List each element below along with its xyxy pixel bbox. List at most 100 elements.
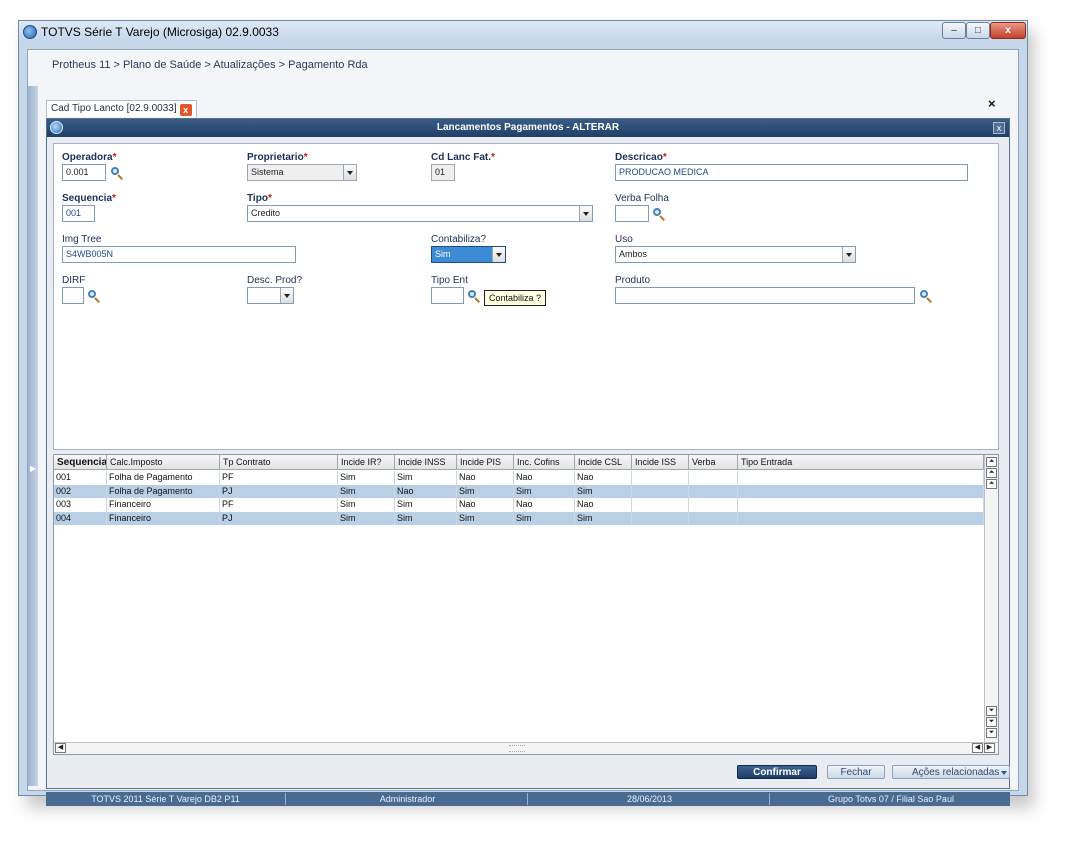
confirmar-button[interactable]: Confirmar [737,765,817,779]
table-cell: Nao [514,498,575,512]
scroll-right-button[interactable]: ▶ [984,743,995,753]
form-panel: Operadora* 0.001 Proprietario* Sistema C… [53,143,999,450]
dialog-close-button[interactable]: x [993,122,1005,134]
window-title: TOTVS Série T Varejo (Microsiga) 02.9.00… [41,25,279,39]
scroll-down-button[interactable]: ⏷ [986,706,997,716]
table-cell: Sim [457,511,514,525]
chevron-down-icon[interactable] [492,247,505,262]
scroll-left-button[interactable]: ◀ [55,743,66,753]
column-header[interactable]: Tipo Entrada [738,455,984,470]
descricao-field[interactable]: PRODUCAO MEDICA [615,164,968,181]
column-header[interactable]: Calc.Imposto [107,455,220,470]
sequencia-label: Sequencia* [62,193,116,204]
table-cell [689,471,738,485]
status-user: Administrador [288,793,528,805]
table-cell: 003 [54,498,107,512]
column-header[interactable]: Tp Contrato [220,455,338,470]
desc-prod-select[interactable] [247,287,294,304]
chevron-down-icon[interactable] [842,247,855,262]
scroll-page-up-button[interactable]: ⏶ [986,468,997,478]
proprietario-select[interactable]: Sistema [247,164,357,181]
table-cell: Folha de Pagamento [107,484,220,498]
scroll-right-button[interactable]: ◀ [972,743,983,753]
minimize-button[interactable]: – [942,22,966,39]
tooltip-contabiliza: Contabiliza ? [484,290,547,306]
chevron-down-icon[interactable] [280,288,293,303]
fechar-button[interactable]: Fechar [827,765,885,779]
window-titlebar[interactable]: TOTVS Série T Varejo (Microsiga) 02.9.00… [19,21,1027,43]
scroll-thumb[interactable] [509,745,525,752]
acoes-relacionadas-button[interactable]: Ações relacionadas [892,765,1010,779]
verba-folha-label: Verba Folha [615,193,669,204]
table-row[interactable]: 004 Financeiro PJ Sim Sim Sim Sim Sim [54,511,984,525]
side-panel-toggle[interactable]: ▶ [28,86,38,786]
column-header[interactable]: Incide ISS [632,455,689,470]
sequencia-field[interactable]: 001 [62,205,95,222]
scroll-page-down-button[interactable]: ⏷ [986,717,997,727]
column-header[interactable]: Incide INSS [395,455,457,470]
tipo-select[interactable]: Credito [247,205,593,222]
search-icon[interactable] [919,289,933,303]
table-cell: Sim [514,511,575,525]
table-cell: Nao [575,498,632,512]
table-cell: PF [220,471,338,485]
table-cell: Nao [575,471,632,485]
grid-header: Sequencia Calc.Imposto Tp Contrato Incide I… [54,455,984,470]
tab-cad-tipo-lancto[interactable]: Cad Tipo Lancto [02.9.0033] x [46,100,197,117]
operadora-label: Operadora* [62,152,117,163]
column-header[interactable]: Incide CSL [575,455,632,470]
app-window: TOTVS Série T Varejo (Microsiga) 02.9.00… [18,20,1028,806]
verba-folha-field[interactable] [615,205,649,222]
column-header[interactable]: Inc. Cofins [514,455,575,470]
table-cell [689,498,738,512]
vertical-scrollbar[interactable]: ⏶ ⏶ ⏶ ⏷ ⏷ ⏷ [984,455,998,742]
tipo-entrada-field[interactable] [431,287,464,304]
table-row[interactable]: 001 Folha de Pagamento PF Sim Sim Nao Nao Nao [54,471,984,485]
close-tab-button[interactable]: × [988,96,996,111]
scroll-up-button[interactable]: ⏶ [986,479,997,489]
column-header[interactable]: Sequencia [54,455,107,470]
table-cell [632,498,689,512]
search-icon[interactable] [467,289,481,303]
cd-lanc-fat-label: Cd Lanc Fat.* [431,152,495,163]
column-header[interactable]: Incide PIS [457,455,514,470]
column-header[interactable]: Verba [689,455,738,470]
table-cell: Nao [395,484,457,498]
close-icon[interactable]: x [179,104,192,116]
breadcrumb: Protheus 11 > Plano de Saúde > Atualizaç… [52,59,368,71]
produto-field[interactable] [615,287,915,304]
horizontal-scrollbar[interactable]: ◀ ◀ ▶ [54,742,998,754]
uso-select[interactable]: Ambos [615,246,856,263]
img-tree-field[interactable]: S4WB005N [62,246,296,263]
table-row[interactable]: 003 Financeiro PF Sim Sim Nao Nao Nao [54,498,984,512]
cd-lanc-fat-field: 01 [431,164,455,181]
table-cell: Nao [457,498,514,512]
column-header[interactable]: Incide IR? [338,455,395,470]
table-row[interactable]: 002 Folha de Pagamento PJ Sim Nao Sim Sim Sim [54,484,984,498]
status-date: 28/06/2013 [530,793,770,805]
dirf-field[interactable] [62,287,84,304]
table-cell [738,498,984,512]
scroll-top-button[interactable]: ⏶ [986,457,997,467]
maximize-button[interactable]: □ [966,22,990,39]
chevron-down-icon[interactable] [579,206,592,221]
search-icon[interactable] [87,289,101,303]
dialog-lancamentos: Lancamentos Pagamentos - ALTERAR x Opera… [46,118,1010,789]
table-cell [689,484,738,498]
table-cell: Sim [395,498,457,512]
img-tree-label: Img Tree [62,234,102,245]
search-icon[interactable] [110,166,124,180]
search-icon[interactable] [652,207,666,221]
table-cell [632,511,689,525]
produto-label: Produto [615,275,651,286]
table-cell: Folha de Pagamento [107,471,220,485]
table-cell: Sim [514,484,575,498]
operadora-field[interactable]: 0.001 [62,164,106,181]
totvs-logo-icon [23,25,37,39]
chevron-down-icon[interactable] [343,165,356,180]
window-close-button[interactable]: x [990,22,1026,39]
contabiliza-select[interactable]: Sim [431,246,506,263]
scroll-bottom-button[interactable]: ⏷ [986,728,997,738]
table-cell: Nao [514,471,575,485]
descricao-label: Descricao* [615,152,667,163]
